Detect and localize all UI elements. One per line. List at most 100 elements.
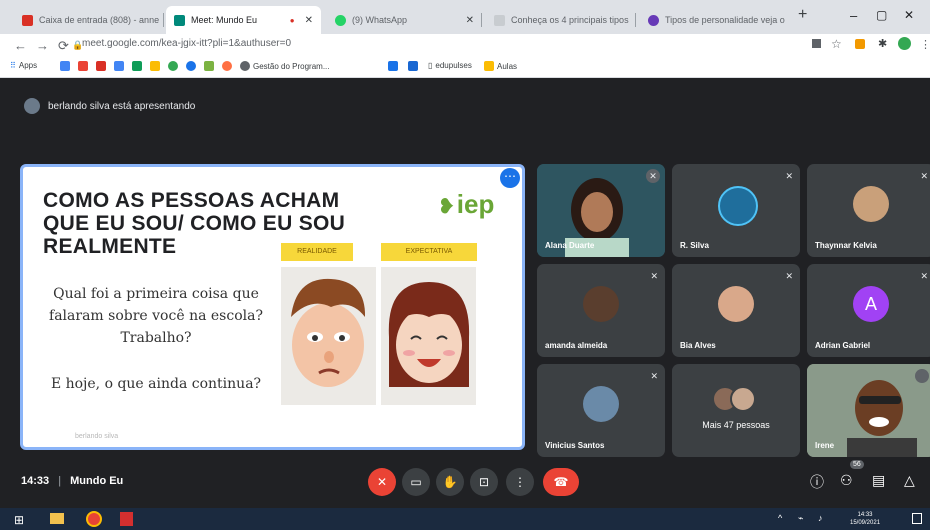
participant-options-icon[interactable]: [915, 369, 929, 383]
puzzle-icon[interactable]: ✱: [878, 37, 887, 50]
tray-chevron-icon[interactable]: ^: [778, 513, 782, 523]
tab-separator: [635, 13, 636, 27]
more-participants-tile[interactable]: Mais 47 pessoas: [672, 364, 800, 457]
close-tab-icon[interactable]: ✕: [460, 15, 474, 26]
meeting-details-button[interactable]: ⓘ: [810, 472, 824, 492]
bookmark-icon: [408, 61, 418, 71]
url-input[interactable]: meet.google.com/kea-jgix-itt?pli=1&authu…: [82, 38, 291, 49]
raise-hand-button[interactable]: ✋: [436, 468, 464, 496]
presentation-options-button[interactable]: ⋯: [500, 168, 520, 188]
profile-avatar[interactable]: [898, 37, 911, 50]
tab-tipos[interactable]: Tipos de personalidade veja o ✕: [640, 6, 790, 34]
bookmark-label: edupulses: [435, 61, 472, 70]
mic-muted-icon: ✕: [920, 271, 928, 281]
tab-conheca[interactable]: Conheça os 4 principais tipos ✕: [486, 6, 636, 34]
bookmark-gestao[interactable]: Gestão do Program...: [240, 61, 329, 71]
tab-meet[interactable]: Meet: Mundo Eu ● ✕: [166, 6, 321, 34]
chrome-icon[interactable]: [86, 511, 102, 527]
participant-tile[interactable]: ✕ R. Silva: [672, 164, 800, 257]
windows-start-icon[interactable]: ⊞: [14, 513, 24, 527]
tab-gmail[interactable]: Caixa de entrada (808) - anne ✕: [14, 6, 164, 34]
shapes-icon: △: [904, 472, 915, 488]
camera-icon[interactable]: [812, 39, 821, 48]
bookmark-icon: [168, 61, 178, 71]
slide-question-1: Qual foi a primeira coisa que falaram so…: [49, 286, 263, 346]
extension-icon[interactable]: [855, 39, 865, 49]
taskbar-clock[interactable]: 14:33 15/09/2021: [850, 511, 880, 527]
tab-label: Meet: Mundo Eu: [191, 15, 258, 25]
bookmark-apps[interactable]: ⠿ Apps: [10, 61, 37, 70]
bookmark-icon: [114, 61, 124, 71]
participant-tile[interactable]: ✕ Alana Duarte: [537, 164, 665, 257]
participant-name: Adrian Gabriel: [815, 341, 871, 350]
participant-tile[interactable]: ✕ A Adrian Gabriel: [807, 264, 930, 357]
participant-tile[interactable]: ✕ Bia Alves: [672, 264, 800, 357]
tab-whatsapp[interactable]: (9) WhatsApp ✕: [327, 6, 482, 34]
pdf-reader-icon[interactable]: [120, 512, 133, 526]
network-icon[interactable]: ⌁: [798, 513, 803, 524]
iep-logo: ❥iep: [438, 189, 494, 220]
present-screen-button[interactable]: ⊡: [470, 468, 498, 496]
close-window-button[interactable]: ✕: [904, 8, 914, 22]
close-tab-icon[interactable]: ✕: [785, 15, 790, 26]
mic-toggle-button[interactable]: ✕: [368, 468, 396, 496]
camera-toggle-button[interactable]: ▭: [402, 468, 430, 496]
gmail-icon: [96, 61, 106, 71]
presenter-avatar: [24, 98, 40, 114]
bookmark-7[interactable]: [168, 61, 178, 71]
apps-grid-icon: ⠿: [10, 61, 16, 70]
bookmark-edupulses[interactable]: ▯ edupulses: [428, 61, 472, 70]
bookmark-gmail[interactable]: [96, 61, 106, 71]
bookmark-google[interactable]: [60, 61, 70, 71]
file-explorer-icon[interactable]: [50, 513, 64, 524]
tab-bar: Caixa de entrada (808) - anne ✕ Meet: Mu…: [0, 0, 930, 34]
new-tab-button[interactable]: +: [798, 6, 807, 24]
bookmark-13[interactable]: [408, 61, 418, 71]
bookmark-9[interactable]: [204, 61, 214, 71]
notifications-icon[interactable]: [912, 513, 922, 524]
present-icon: ⊡: [478, 475, 490, 489]
bookmark-sheets[interactable]: [132, 61, 142, 71]
participant-tile[interactable]: ✕ amanda almeida: [537, 264, 665, 357]
bookmark-12[interactable]: [388, 61, 398, 71]
bookmark-8[interactable]: [186, 61, 196, 71]
divider: |: [58, 475, 62, 487]
clock-date: 15/09/2021: [850, 520, 881, 526]
participant-initial-avatar: A: [853, 286, 889, 322]
hand-icon: ✋: [442, 475, 458, 489]
bookmark-icon: [186, 61, 196, 71]
close-tab-icon[interactable]: ✕: [299, 15, 313, 26]
volume-icon[interactable]: ♪: [818, 513, 823, 523]
sad-face-illustration: [291, 278, 366, 387]
leave-call-button[interactable]: ☎: [543, 468, 579, 496]
participant-tile[interactable]: ✕ Thaynnar Kelvia: [807, 164, 930, 257]
more-options-button[interactable]: ⋮: [506, 468, 534, 496]
bookmark-icon: [204, 61, 214, 71]
maximize-button[interactable]: ▢: [876, 8, 887, 22]
participant-avatar: [730, 386, 756, 412]
tab-separator: [481, 13, 482, 27]
bookmark-6[interactable]: [150, 61, 160, 71]
minimize-button[interactable]: –: [850, 8, 857, 23]
gmail-icon: [22, 14, 33, 26]
forward-button[interactable]: →: [36, 38, 49, 53]
bookmark-4[interactable]: [114, 61, 124, 71]
bookmark-label: Aulas: [497, 61, 518, 71]
people-button[interactable]: ⚇: [840, 472, 853, 489]
activities-button[interactable]: △: [904, 472, 915, 489]
menu-icon[interactable]: ⋮: [920, 38, 930, 51]
bookmark-youtube[interactable]: [78, 61, 88, 71]
star-icon[interactable]: ☆: [831, 37, 842, 51]
participant-avatar: [583, 386, 619, 422]
presentation-tile[interactable]: COMO AS PESSOAS ACHAM QUE EU SOU/ COMO E…: [20, 164, 525, 450]
participant-tile[interactable]: ✕ Vinicius Santos: [537, 364, 665, 457]
chat-button[interactable]: ▤: [872, 472, 885, 489]
recording-dot-icon: ●: [289, 15, 295, 25]
happy-face-illustration: [388, 282, 470, 387]
back-button[interactable]: ←: [14, 38, 27, 53]
info-icon: ⓘ: [810, 474, 824, 490]
bookmark-aulas[interactable]: Aulas: [484, 61, 517, 71]
bookmark-10[interactable]: [222, 61, 232, 71]
reload-button[interactable]: ⟳: [58, 38, 69, 54]
participant-tile[interactable]: Irene: [807, 364, 930, 457]
